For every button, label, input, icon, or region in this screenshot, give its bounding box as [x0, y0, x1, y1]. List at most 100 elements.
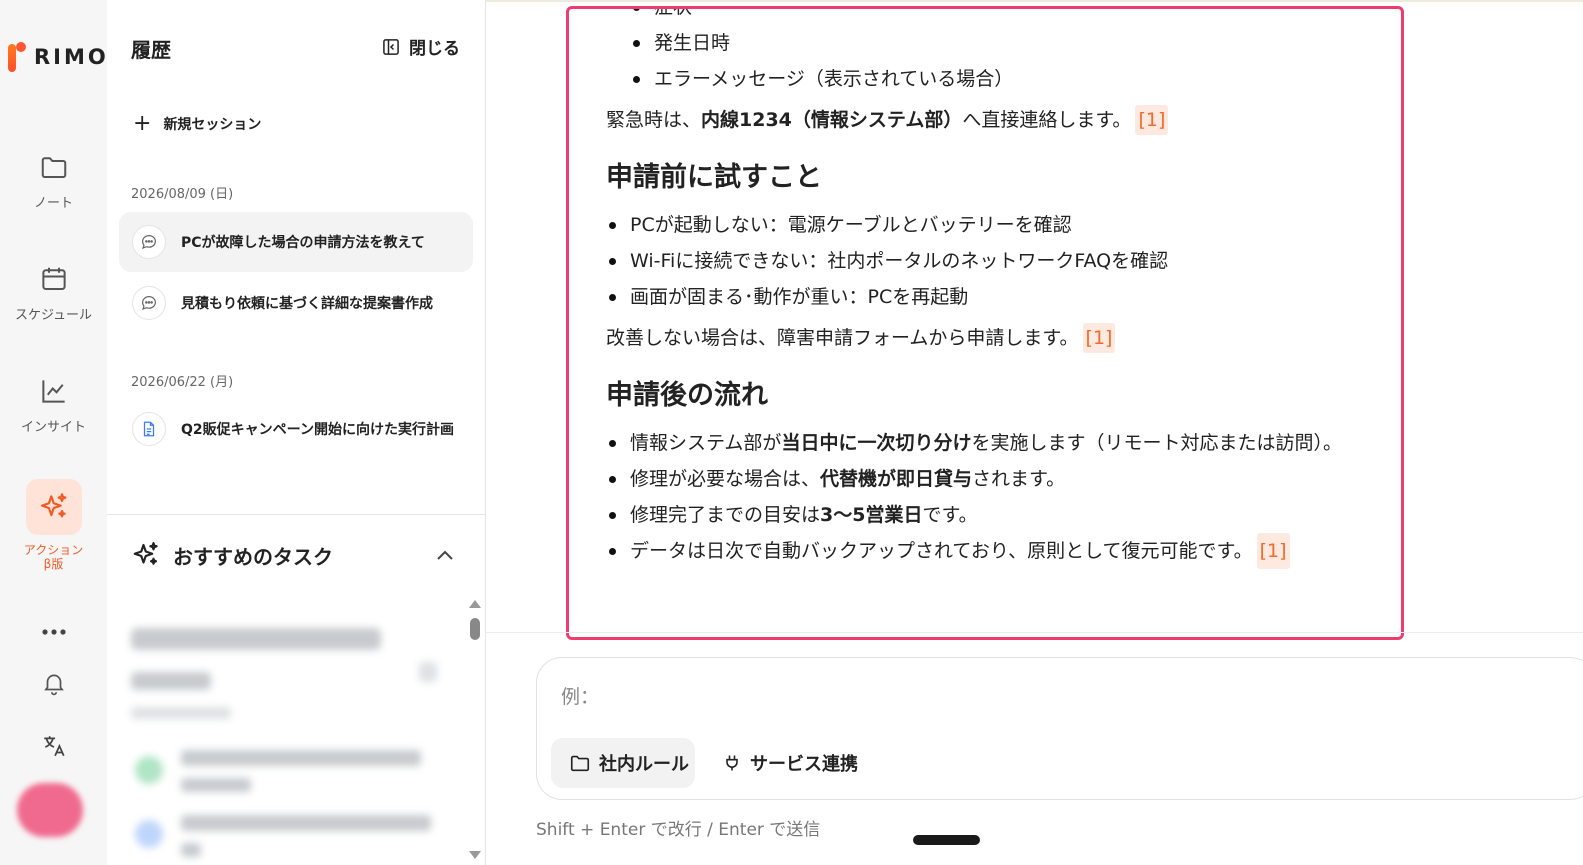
- history-panel: 履歴 閉じる + 新規セッション 2026/08/09 (日) PCが故障した場…: [107, 0, 486, 865]
- text-span: を実施します（リモート対応または訪問）。: [971, 432, 1342, 454]
- rail-item-insight[interactable]: インサイト: [0, 376, 107, 435]
- list-item: データは日次で自動バックアップされており、原則として復元可能です。 [1]: [606, 533, 1386, 569]
- message-input[interactable]: [561, 686, 1461, 708]
- rail-label-notes: ノート: [33, 196, 73, 211]
- citation-link[interactable]: [1]: [1256, 533, 1290, 569]
- citation-link[interactable]: [1]: [1082, 323, 1116, 353]
- history-item-title: 見積もり依頼に基づく詳細な提案書作成: [181, 296, 433, 312]
- left-rail: RIMO ノート スケジュール インサイト アクション β版: [0, 0, 107, 865]
- rail-item-notes[interactable]: ノート: [0, 152, 107, 211]
- service-integration-label: サービス連携: [750, 754, 858, 775]
- history-date: 2026/08/09 (日): [131, 187, 234, 202]
- section-heading: 申請後の流れ: [606, 380, 768, 411]
- collapse-recommended-button[interactable]: [433, 544, 457, 572]
- chart-line-icon: [41, 380, 65, 403]
- internal-rules-button[interactable]: 社内ルール: [551, 738, 695, 788]
- history-item[interactable]: Q2販促キャンペーン開始に向けた実行計画: [119, 399, 473, 459]
- scroll-thumb[interactable]: [470, 618, 480, 640]
- rail-translate-button[interactable]: [0, 733, 107, 759]
- user-avatar[interactable]: [17, 783, 83, 837]
- history-item-title: PCが故障した場合の申請方法を教えて: [181, 235, 425, 251]
- rail-notifications-button[interactable]: [0, 670, 107, 696]
- list-item: 情報システム部が当日中に一次切り分けを実施します（リモート対応または訪問）。: [606, 425, 1386, 461]
- internal-rules-label: 社内ルール: [599, 754, 689, 775]
- list-item: 修理完了までの目安は3〜5営業日です。: [606, 497, 1386, 533]
- history-item[interactable]: PCが故障した場合の申請方法を教えて: [119, 212, 473, 272]
- action-beta-badge: β版: [43, 557, 64, 571]
- chat-icon: [132, 225, 166, 259]
- scroll-down-arrow-icon[interactable]: [469, 851, 481, 859]
- history-date: 2026/06/22 (月): [131, 375, 234, 390]
- plug-icon: [726, 755, 738, 771]
- panel-divider: [107, 514, 486, 515]
- history-title: 履歴: [131, 38, 171, 62]
- list-item: 修理が必要な場合は、代替機が即日貸与されます。: [606, 461, 1386, 497]
- text-span: 修理が必要な場合は、: [630, 468, 821, 490]
- bold-text: 内線1234（情報システム部）: [701, 109, 963, 131]
- fallback-note: 改善しない場合は、障害申請フォームから申請します。 [1]: [606, 323, 1386, 353]
- list-item: Wi-Fiに接続できない：社内ポータルのネットワークFAQを確認: [606, 243, 1386, 279]
- list-item: 画面が固まる･動作が重い：PCを再起動: [606, 279, 1386, 315]
- service-integration-button[interactable]: サービス連携: [722, 738, 858, 788]
- folder-icon: [570, 755, 590, 772]
- list-item: エラーメッセージ（表示されている場合）: [630, 61, 1386, 97]
- answer-body: 症状 発生日時 エラーメッセージ（表示されている場合） 緊急時は、内線1234（…: [606, 9, 1386, 569]
- rail-more-button[interactable]: [0, 622, 107, 642]
- bold-text: 代替機が即日貸与: [820, 468, 973, 490]
- history-item[interactable]: 見積もり依頼に基づく詳細な提案書作成: [119, 273, 473, 333]
- close-panel-button[interactable]: 閉じる: [381, 34, 460, 59]
- section-heading: 申請前に試すこと: [606, 162, 822, 193]
- composer-separator: [486, 632, 1583, 633]
- shortcut-hint: Shift + Enter で改行 / Enter で送信: [536, 820, 821, 840]
- text-span: へ直接連絡します。: [962, 109, 1132, 131]
- recommended-tasks-header: おすすめのタスク: [131, 540, 333, 570]
- top-edge: [486, 0, 1583, 2]
- list-item: PCが起動しない：電源ケーブルとバッテリーを確認: [606, 207, 1386, 243]
- rail-label-schedule: スケジュール: [14, 308, 93, 323]
- rail-label-action: アクション β版: [0, 543, 107, 571]
- app-logo[interactable]: RIMO: [8, 42, 109, 72]
- panel-collapse-icon: [383, 38, 399, 55]
- text-span: です。: [922, 504, 978, 526]
- chevron-up-icon: [437, 550, 453, 560]
- citation-link[interactable]: [1]: [1135, 105, 1169, 135]
- troubleshoot-list: PCが起動しない：電源ケーブルとバッテリーを確認 Wi-Fiに接続できない：社内…: [606, 207, 1386, 315]
- plus-icon: +: [133, 111, 152, 136]
- message-composer: 社内ルール サービス連携: [536, 657, 1583, 800]
- rail-label-insight: インサイト: [20, 420, 86, 435]
- close-panel-label: 閉じる: [409, 39, 460, 59]
- recommended-tasks-title: おすすめのタスク: [173, 544, 333, 569]
- text-span: されます。: [972, 468, 1066, 490]
- sparkles-icon: [133, 542, 158, 565]
- logo-mark-icon: [8, 42, 28, 72]
- recommended-tasks-list: [107, 600, 467, 865]
- text-span: 改善しない場合は、障害申請フォームから申請します。: [606, 327, 1079, 349]
- text-span: 情報システム部が: [630, 432, 782, 454]
- calendar-icon: [41, 267, 66, 290]
- list-item: 症状: [630, 9, 1386, 25]
- action-icon-box: [25, 479, 82, 535]
- history-item-title: Q2販促キャンペーン開始に向けた実行計画: [181, 422, 454, 438]
- action-label-text: アクション: [23, 543, 84, 557]
- info-list: 症状 発生日時 エラーメッセージ（表示されている場合）: [606, 9, 1386, 97]
- answer-content: 症状 発生日時 エラーメッセージ（表示されている場合） 緊急時は、内線1234（…: [566, 6, 1404, 640]
- flow-list: 情報システム部が当日中に一次切り分けを実施します（リモート対応または訪問）。 修…: [606, 425, 1386, 569]
- chat-icon: [132, 286, 166, 320]
- emergency-note: 緊急時は、内線1234（情報システム部）へ直接連絡します。 [1]: [606, 105, 1386, 135]
- new-session-label: 新規セッション: [163, 117, 262, 133]
- text-span: 修理完了までの目安は: [630, 504, 821, 526]
- sparkles-icon: [40, 493, 66, 518]
- list-item: 発生日時: [630, 25, 1386, 61]
- bold-text: 3〜5営業日: [820, 504, 923, 526]
- text-span: データは日次で自動バックアップされており、原則として復元可能です。: [630, 540, 1253, 562]
- rail-item-schedule[interactable]: スケジュール: [0, 264, 107, 323]
- scroll-up-arrow-icon[interactable]: [469, 600, 481, 608]
- folder-icon: [41, 157, 66, 178]
- new-session-button[interactable]: + 新規セッション: [133, 111, 262, 136]
- rail-item-action[interactable]: アクション β版: [0, 479, 107, 571]
- more-dots-icon: [41, 629, 66, 635]
- recommended-scrollbar[interactable]: [469, 600, 481, 865]
- bold-text: 当日中に一次切り分け: [781, 432, 972, 454]
- resize-handle[interactable]: [913, 835, 980, 845]
- translate-icon: [43, 736, 65, 757]
